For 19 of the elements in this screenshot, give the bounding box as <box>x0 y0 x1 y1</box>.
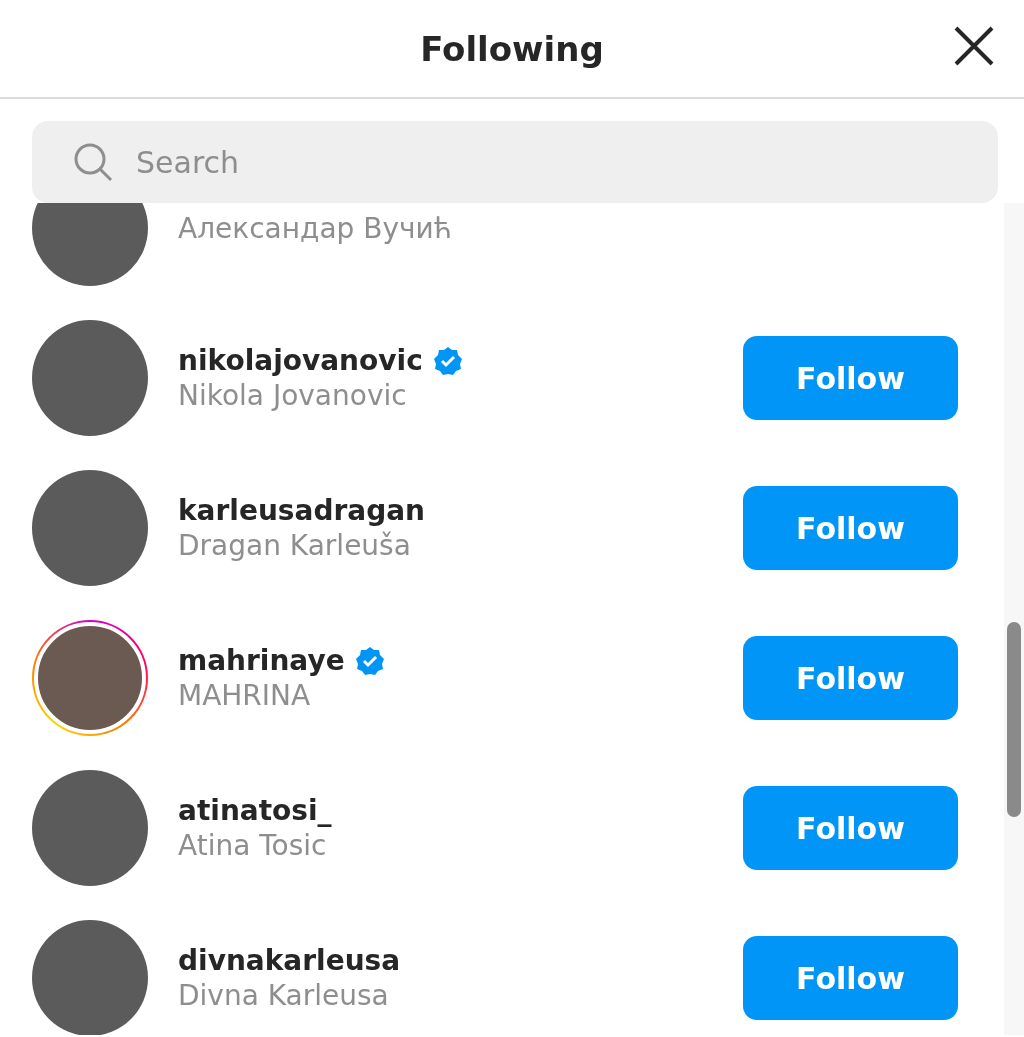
username[interactable]: mahrinaye <box>178 644 345 677</box>
username[interactable]: nikolajovanovic <box>178 344 423 377</box>
full-name: MAHRINA <box>178 679 312 712</box>
search-icon <box>72 141 114 183</box>
full-name: Dragan Karleuša <box>178 529 412 562</box>
close-icon <box>952 24 996 68</box>
avatar[interactable] <box>32 203 148 286</box>
full-name: Александар Вучић <box>178 211 453 245</box>
scrollbar[interactable] <box>1004 203 1024 1035</box>
full-name: Divna Karleusa <box>178 979 390 1012</box>
dialog-title: Following <box>420 28 604 69</box>
username[interactable]: atinatosi_ <box>178 794 332 827</box>
username[interactable]: divnakarleusa <box>178 944 401 977</box>
full-name: Atina Tosic <box>178 829 328 862</box>
username[interactable]: karleusadragan <box>178 494 426 527</box>
close-button[interactable] <box>952 24 996 68</box>
full-name: Nikola Jovanovic <box>178 379 408 412</box>
search-field[interactable]: Search <box>32 121 998 203</box>
search-input[interactable]: Search <box>134 143 738 181</box>
